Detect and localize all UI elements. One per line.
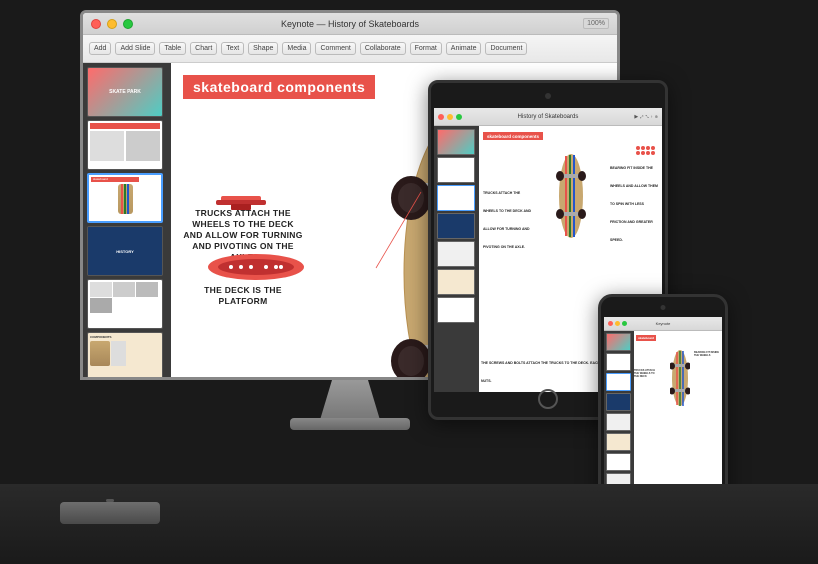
- phone-trucks-text: TRUCKS ATTACH THE WHEELS TO THE DECK: [634, 369, 658, 378]
- tablet-slide-6[interactable]: [437, 269, 475, 295]
- chart-button[interactable]: Chart: [190, 42, 217, 55]
- phone-skateboard: [670, 346, 690, 411]
- tablet-bearing-dot: [636, 146, 640, 150]
- fullscreen-button[interactable]: [123, 19, 133, 29]
- keynote-toolbar: Add Add Slide Table Chart Text Shape Med…: [83, 35, 617, 63]
- slide-thumb-5[interactable]: [87, 279, 163, 329]
- slide-thumb-1[interactable]: SKATE PARK: [87, 67, 163, 117]
- minimize-button[interactable]: [107, 19, 117, 29]
- tablet-camera: [545, 93, 551, 99]
- titlebar: Keynote — History of Skateboards 100%: [83, 13, 617, 35]
- slide-thumb-2[interactable]: [87, 120, 163, 170]
- tablet-titlebar: History of Skateboards ▶ ⤢ ⤡ ↑ ⊕: [434, 108, 662, 126]
- truck-icon: [211, 178, 271, 233]
- close-button[interactable]: [91, 19, 101, 29]
- tablet-slide-1[interactable]: [437, 129, 475, 155]
- deck-oval: [206, 252, 306, 282]
- tablet-trucks-text: TRUCKS ATTACH THE WHEELS TO THE DECK AND…: [483, 181, 533, 253]
- phone-title: Keynote: [656, 321, 671, 326]
- tablet-bearing-dot: [646, 151, 650, 155]
- phone-slide-title: skateboard: [636, 335, 656, 341]
- comment-button[interactable]: Comment: [315, 42, 355, 55]
- phone-bearings-text: BEARING FIT INSIDE THE WHEELS: [694, 351, 722, 357]
- shape-button[interactable]: Shape: [248, 42, 278, 55]
- document-button[interactable]: Document: [485, 42, 527, 55]
- tablet-home-button[interactable]: [538, 389, 558, 409]
- slide-panel[interactable]: SKATE PARK skateboard: [83, 63, 171, 377]
- phone-slide-7[interactable]: [606, 453, 631, 471]
- phone-slide-5[interactable]: [606, 413, 631, 431]
- phone-slide-1[interactable]: [606, 333, 631, 351]
- add-button[interactable]: Add: [89, 42, 111, 55]
- slide-title: skateboard components: [183, 75, 375, 99]
- desk-surface: [0, 484, 818, 564]
- window-title: Keynote — History of Skateboards: [281, 19, 419, 29]
- add-slide-button[interactable]: Add Slide: [115, 42, 155, 55]
- titlebar-toolbar: 100%: [583, 18, 609, 29]
- monitor-stand: [320, 380, 380, 420]
- slide-thumb-4[interactable]: HISTORY: [87, 226, 163, 276]
- zoom-level[interactable]: 100%: [583, 18, 609, 29]
- tablet-bearing-circles: [636, 146, 658, 155]
- phone-min[interactable]: [615, 321, 620, 326]
- tablet-close[interactable]: [438, 114, 444, 120]
- phone-screen[interactable]: Keynote skateboard: [604, 317, 722, 511]
- slide-thumb-6[interactable]: COMPONENTS: [87, 332, 163, 377]
- phone-max[interactable]: [622, 321, 627, 326]
- phone-slide-3[interactable]: [606, 373, 631, 391]
- tablet-title: History of Skateboards: [518, 114, 579, 120]
- tablet-slides[interactable]: [434, 126, 479, 392]
- tablet-bearings-text: BEARING FIT INSIDE THE WHEELS AND ALLOW …: [610, 156, 660, 246]
- tablet-min[interactable]: [447, 114, 453, 120]
- animate-button[interactable]: Animate: [446, 42, 482, 55]
- tablet-slide-3[interactable]: [437, 185, 475, 211]
- phone-slide-6[interactable]: [606, 433, 631, 451]
- phone-slide-2[interactable]: [606, 353, 631, 371]
- tablet-slide-2[interactable]: [437, 157, 475, 183]
- collaborate-button[interactable]: Collaborate: [360, 42, 406, 55]
- phone-content: Keynote skateboard: [604, 317, 722, 511]
- phone-slide-4[interactable]: [606, 393, 631, 411]
- tablet-max[interactable]: [456, 114, 462, 120]
- phone-close[interactable]: [608, 321, 613, 326]
- phone-titlebar: Keynote: [604, 317, 722, 331]
- deck-annotation: THE DECK IS THE PLATFORM: [183, 285, 303, 307]
- mac-mini: [60, 502, 160, 524]
- tablet-bearing-dot: [641, 151, 645, 155]
- tablet-slide-5[interactable]: [437, 241, 475, 267]
- phone-camera: [661, 305, 666, 310]
- slide-thumb-3[interactable]: skateboard: [87, 173, 163, 223]
- tablet-skateboard: [556, 146, 586, 246]
- tablet-slide-title: skateboard components: [483, 132, 543, 140]
- text-button[interactable]: Text: [221, 42, 244, 55]
- tablet-bearing-dot: [646, 146, 650, 150]
- monitor-base: [290, 418, 410, 430]
- tablet-bearing-dot: [651, 151, 655, 155]
- tablet-bearing-dot: [651, 146, 655, 150]
- tablet-bearing-dot: [636, 151, 640, 155]
- format-button[interactable]: Format: [410, 42, 442, 55]
- tablet-slide-7[interactable]: [437, 297, 475, 323]
- tablet-bearing-dot: [641, 146, 645, 150]
- table-button[interactable]: Table: [159, 42, 186, 55]
- tablet-slide-4[interactable]: [437, 213, 475, 239]
- media-button[interactable]: Media: [282, 42, 311, 55]
